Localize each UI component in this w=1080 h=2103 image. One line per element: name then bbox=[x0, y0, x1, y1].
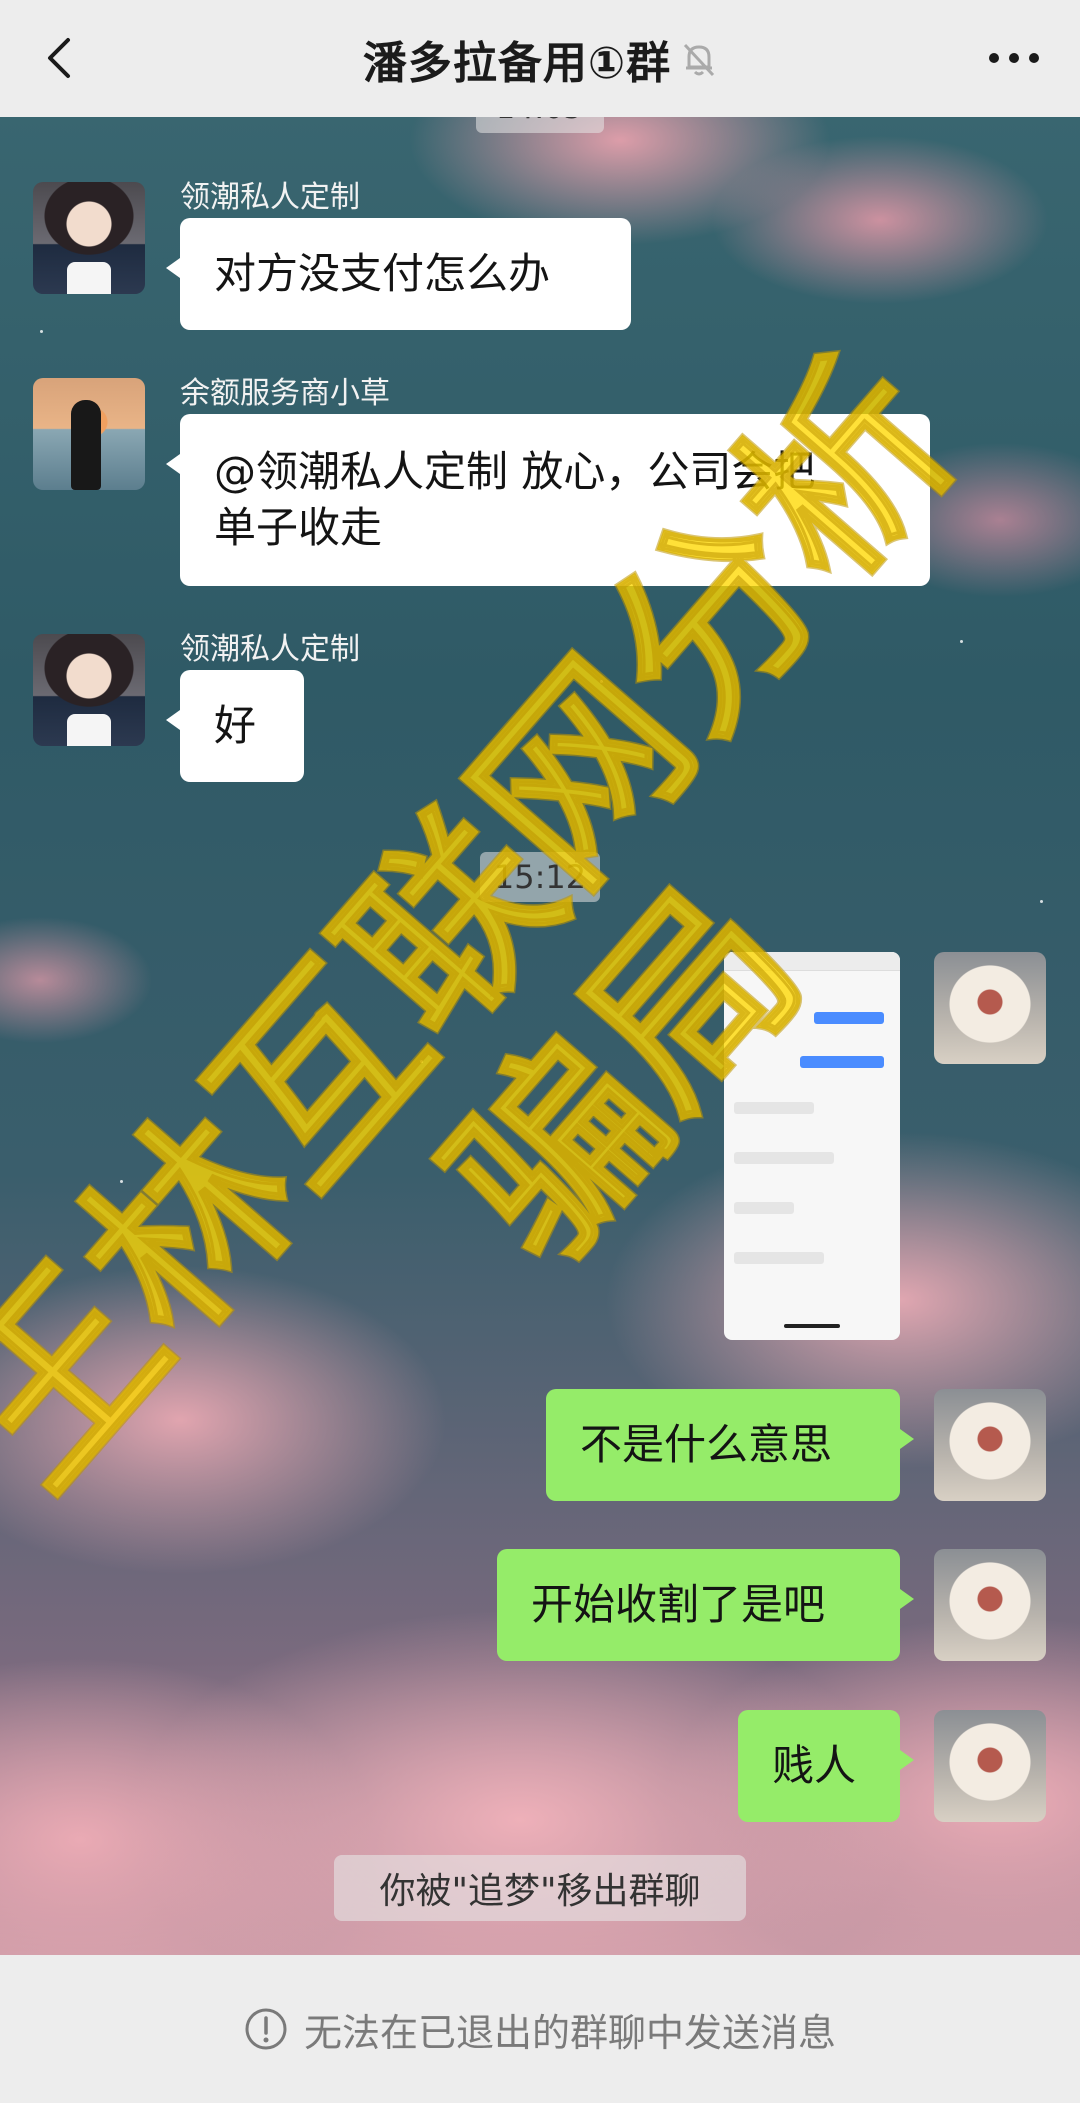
avatar[interactable] bbox=[33, 182, 145, 294]
message-bubble[interactable]: 开始收割了是吧 bbox=[497, 1549, 914, 1661]
message-bubble[interactable]: 对方没支付怎么办 bbox=[166, 218, 631, 330]
avatar[interactable] bbox=[33, 378, 145, 490]
thumbnail-home-bar bbox=[784, 1324, 840, 1328]
message-bubble[interactable]: 贱人 bbox=[738, 1710, 914, 1822]
background-star bbox=[600, 680, 603, 683]
chat-title: 潘多拉备用①群 bbox=[362, 37, 672, 89]
sender-name: 领潮私人定制 bbox=[180, 632, 360, 667]
thumbnail-bubble bbox=[800, 1056, 884, 1068]
thumbnail-bubble bbox=[734, 1252, 824, 1264]
sender-name: 余额服务商小草 bbox=[180, 376, 390, 411]
message-bubble[interactable]: @领潮私人定制 放心，公司会把 单子收走 bbox=[166, 414, 930, 586]
thumbnail-bubble bbox=[814, 1012, 884, 1024]
background-star bbox=[1040, 900, 1043, 903]
message-bubble[interactable]: 不是什么意思 bbox=[546, 1389, 914, 1501]
thumbnail-bubble bbox=[734, 1202, 794, 1214]
thumbnail-bubble bbox=[734, 1152, 834, 1164]
background-star bbox=[40, 330, 43, 333]
message-text: 不是什么意思 bbox=[580, 1420, 833, 1469]
message-text: 贱人 bbox=[772, 1741, 857, 1790]
chat-header: 潘多拉备用①群 bbox=[0, 0, 1080, 117]
timestamp: 15:12 bbox=[480, 852, 600, 902]
input-disabled-bar: 无法在已退出的群聊中发送消息 bbox=[0, 1955, 1080, 2103]
back-icon[interactable] bbox=[38, 34, 86, 82]
info-circle-icon bbox=[245, 2008, 287, 2050]
bell-slash-icon bbox=[684, 43, 715, 76]
avatar[interactable] bbox=[934, 1549, 1046, 1661]
avatar[interactable] bbox=[934, 1389, 1046, 1501]
more-dots-icon[interactable] bbox=[986, 40, 1042, 76]
message-bubble[interactable]: 好 bbox=[166, 670, 304, 782]
background-star bbox=[120, 1180, 123, 1183]
message-text: 单子收走 bbox=[214, 503, 383, 552]
sender-name: 领潮私人定制 bbox=[180, 180, 360, 215]
thumbnail-bubble bbox=[734, 1102, 814, 1114]
message-text: 好 bbox=[214, 701, 257, 750]
image-message[interactable] bbox=[724, 952, 900, 1340]
background-star bbox=[420, 1060, 423, 1063]
avatar[interactable] bbox=[934, 952, 1046, 1064]
system-notice: 你被"追梦"移出群聊 bbox=[334, 1855, 746, 1921]
background-star bbox=[960, 640, 963, 643]
avatar[interactable] bbox=[934, 1710, 1046, 1822]
footer-notice: 无法在已退出的群聊中发送消息 bbox=[303, 2010, 836, 2055]
avatar[interactable] bbox=[33, 634, 145, 746]
message-text: @领潮私人定制 放心，公司会把 bbox=[214, 447, 816, 496]
message-text: 开始收割了是吧 bbox=[531, 1580, 826, 1629]
message-text: 对方没支付怎么办 bbox=[214, 249, 551, 298]
screenshot-thumbnail-header bbox=[724, 952, 900, 971]
